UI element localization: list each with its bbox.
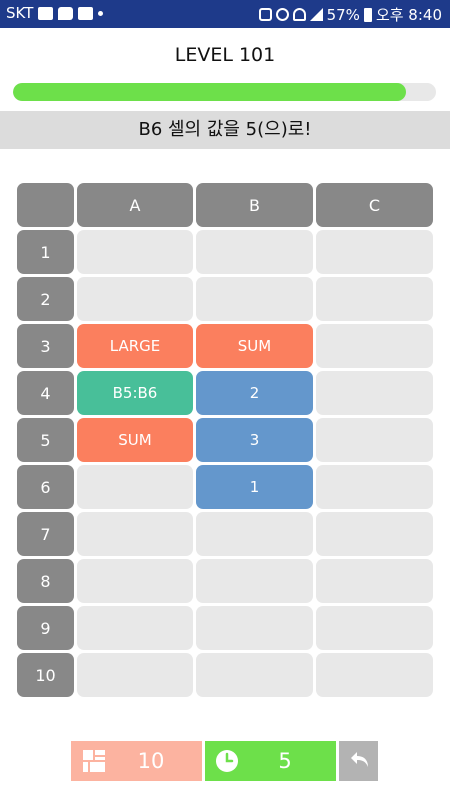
battery-percent: 57%	[326, 5, 360, 24]
undo-icon	[350, 752, 368, 767]
message-notification-icon	[58, 6, 74, 20]
row-header-3: 3	[17, 324, 74, 368]
cell-b1[interactable]	[196, 230, 313, 274]
more-notifications-icon	[98, 10, 104, 16]
mail-notification-icon	[78, 6, 94, 20]
cell-c7[interactable]	[316, 512, 433, 556]
cell-c4[interactable]	[316, 371, 433, 415]
cell-c10[interactable]	[316, 653, 433, 697]
spreadsheet-grid: A B C 1 2 3 LARGE SUM 4 B5:B6 2 5 SUM 3 6 1 7 8 9 10	[17, 183, 433, 698]
row-header-9: 9	[17, 606, 74, 650]
cell-a4[interactable]: B5:B6	[77, 371, 193, 415]
footer-toolbar: 10 5	[71, 741, 378, 781]
cell-a3[interactable]: LARGE	[77, 324, 193, 368]
cell-b2[interactable]	[196, 277, 313, 321]
grid-corner	[17, 183, 74, 227]
mute-icon	[258, 8, 272, 21]
clock-icon	[216, 750, 238, 772]
wifi-icon	[292, 8, 306, 21]
mission-banner: B6 셀의 값을 5(으)로!	[0, 111, 450, 149]
cell-b6[interactable]: 1	[196, 465, 313, 509]
cell-a1[interactable]	[77, 230, 193, 274]
cell-c2[interactable]	[316, 277, 433, 321]
row-header-6: 6	[17, 465, 74, 509]
cell-b7[interactable]	[196, 512, 313, 556]
column-header-b: B	[196, 183, 313, 227]
cell-a7[interactable]	[77, 512, 193, 556]
cell-c9[interactable]	[316, 606, 433, 650]
cell-a9[interactable]	[77, 606, 193, 650]
row-header-10: 10	[17, 653, 74, 697]
row-header-4: 4	[17, 371, 74, 415]
cell-b4[interactable]: 2	[196, 371, 313, 415]
cell-b10[interactable]	[196, 653, 313, 697]
clock-time: 오후 8:40	[375, 6, 442, 24]
cell-b8[interactable]	[196, 559, 313, 603]
cell-b9[interactable]	[196, 606, 313, 650]
cell-b5[interactable]: 3	[196, 418, 313, 462]
grid-icon	[83, 750, 105, 772]
timer-button[interactable]: 5	[205, 741, 336, 781]
row-header-2: 2	[17, 277, 74, 321]
cells-count: 10	[137, 749, 165, 773]
signal-icon	[309, 8, 323, 21]
status-right: 57% 오후 8:40	[258, 4, 442, 25]
carrier-label: SKT	[6, 4, 34, 22]
alarm-icon	[275, 8, 289, 21]
cells-remaining-button[interactable]: 10	[71, 741, 202, 781]
column-header-a: A	[77, 183, 193, 227]
level-title: LEVEL 101	[174, 44, 276, 66]
cell-c1[interactable]	[316, 230, 433, 274]
cell-c3[interactable]	[316, 324, 433, 368]
row-header-8: 8	[17, 559, 74, 603]
cell-c5[interactable]	[316, 418, 433, 462]
cell-a10[interactable]	[77, 653, 193, 697]
cell-a8[interactable]	[77, 559, 193, 603]
undo-button[interactable]	[339, 741, 378, 781]
cell-a5[interactable]: SUM	[77, 418, 193, 462]
status-left: SKT	[6, 4, 104, 22]
cell-c8[interactable]	[316, 559, 433, 603]
timer-value: 5	[278, 749, 292, 773]
cell-b3[interactable]: SUM	[196, 324, 313, 368]
row-header-7: 7	[17, 512, 74, 556]
column-header-c: C	[316, 183, 433, 227]
level-progress-fill	[13, 83, 407, 101]
row-header-5: 5	[17, 418, 74, 462]
status-bar: SKT 57% 오후 8:40	[0, 0, 450, 28]
battery-icon	[363, 7, 372, 22]
gallery-notification-icon	[38, 6, 54, 20]
cell-a6[interactable]	[77, 465, 193, 509]
cell-a2[interactable]	[77, 277, 193, 321]
level-progress-bar	[13, 83, 436, 101]
row-header-1: 1	[17, 230, 74, 274]
cell-c6[interactable]	[316, 465, 433, 509]
